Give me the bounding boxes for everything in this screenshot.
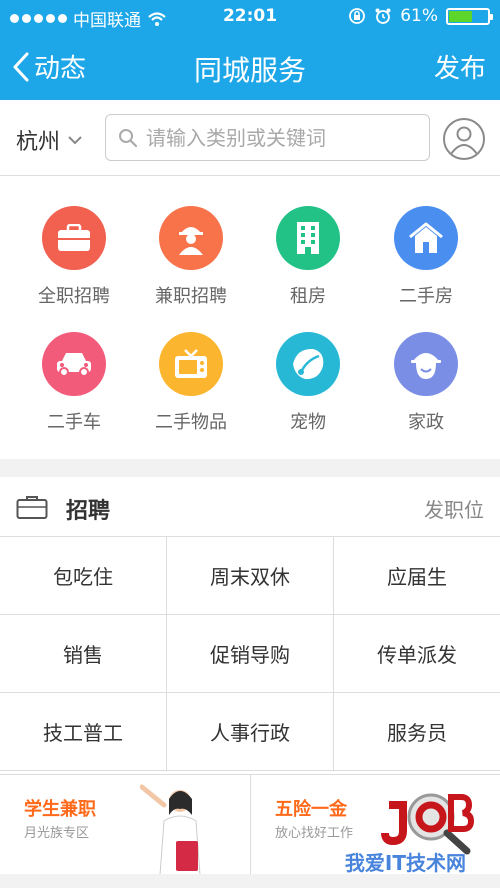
job-tag[interactable]: 人事行政 <box>167 693 334 771</box>
category-label: 二手物品 <box>155 412 227 433</box>
job-tag[interactable]: 技工普工 <box>0 693 167 771</box>
search-row: 杭州 <box>0 100 500 176</box>
banner-subtitle: 月光族专区 <box>24 826 90 841</box>
category-label: 二手车 <box>47 412 101 433</box>
banner-subtitle: 放心找好工作 <box>275 826 354 841</box>
bottom-strip <box>0 874 500 888</box>
job-tag[interactable]: 促销导购 <box>167 615 334 693</box>
category-icon-circle <box>159 332 223 396</box>
category-icon-circle <box>394 206 458 270</box>
category-label: 租房 <box>290 286 326 307</box>
category-label: 家政 <box>408 412 444 433</box>
publish-button[interactable]: 发布 <box>434 48 486 85</box>
building-icon <box>297 222 319 254</box>
section-title: 招聘 <box>66 499 111 524</box>
category-used-car[interactable]: 二手车 <box>14 332 134 434</box>
status-bar: 中国联通 22:01 61% <box>0 0 500 34</box>
search-input[interactable] <box>146 125 416 150</box>
car-icon <box>57 353 91 377</box>
job-tag[interactable]: 包吃住 <box>0 537 167 615</box>
category-icon-circle <box>276 332 340 396</box>
promo-banners: 学生兼职 月光族专区 五险一金 放心找好工作 我爱IT技术网 <box>0 774 500 875</box>
city-label: 杭州 <box>16 130 61 155</box>
housekeeping-icon <box>411 353 441 379</box>
briefcase-outline-icon <box>16 496 48 519</box>
category-second-house[interactable]: 二手房 <box>366 206 486 308</box>
student-parttime-banner[interactable]: 学生兼职 月光族专区 <box>0 775 250 875</box>
job-tag[interactable]: 周末双休 <box>167 537 334 615</box>
category-parttime[interactable]: 兼职招聘 <box>131 206 251 308</box>
category-fulltime[interactable]: 全职招聘 <box>14 206 134 308</box>
job-tag[interactable]: 应届生 <box>334 537 500 615</box>
job-tag[interactable]: 传单派发 <box>334 615 500 693</box>
category-icon-circle <box>159 206 223 270</box>
user-avatar-button[interactable] <box>443 118 485 160</box>
chevron-down-icon <box>68 136 82 145</box>
insurance-job-banner[interactable]: 五险一金 放心找好工作 我爱IT技术网 <box>250 775 500 875</box>
city-selector[interactable]: 杭州 <box>16 124 82 156</box>
jobs-header: 招聘 发职位 <box>0 477 500 537</box>
category-icon-circle <box>42 332 106 396</box>
job-tag[interactable]: 服务员 <box>334 693 500 771</box>
banner-title: 五险一金 <box>275 799 347 820</box>
category-rent[interactable]: 租房 <box>248 206 368 308</box>
category-label: 二手房 <box>399 286 453 307</box>
category-grid: 全职招聘 兼职招聘 租房 二手房 二手车 二手物品 宠物 家政 <box>0 176 500 459</box>
alarm-icon <box>375 8 391 24</box>
nav-bar: 动态 同城服务 发布 <box>0 34 500 100</box>
pet-icon <box>293 348 324 380</box>
page-title: 同城服务 <box>193 54 306 87</box>
category-icon-circle <box>394 332 458 396</box>
worker-icon <box>179 227 203 255</box>
status-right: 61% <box>348 6 493 26</box>
watermark-text: 我爱IT技术网 <box>344 851 466 875</box>
job-tag[interactable]: 销售 <box>0 615 167 693</box>
category-label: 宠物 <box>290 412 326 433</box>
search-box[interactable] <box>105 114 430 161</box>
category-icon-circle <box>276 206 340 270</box>
battery-icon <box>446 7 493 25</box>
category-label: 全职招聘 <box>38 286 110 307</box>
category-used-goods[interactable]: 二手物品 <box>131 332 251 434</box>
category-pet[interactable]: 宠物 <box>248 332 368 434</box>
rotation-lock-icon <box>349 8 366 24</box>
search-icon <box>119 128 138 147</box>
category-housekeeping[interactable]: 家政 <box>366 332 486 434</box>
house-icon <box>409 222 443 253</box>
user-icon <box>450 126 478 155</box>
tv-icon <box>175 349 207 378</box>
briefcase-icon <box>58 224 90 251</box>
banner-title: 学生兼职 <box>24 799 96 820</box>
category-label: 兼职招聘 <box>155 286 227 307</box>
battery-percent: 61% <box>400 6 438 26</box>
jobs-section: 招聘 发职位 包吃住 周末双休 应届生 销售 促销导购 传单派发 技工普工 人事… <box>0 477 500 774</box>
post-job-link[interactable]: 发职位 <box>424 494 484 523</box>
category-icon-circle <box>42 206 106 270</box>
student-illustration <box>140 784 201 875</box>
